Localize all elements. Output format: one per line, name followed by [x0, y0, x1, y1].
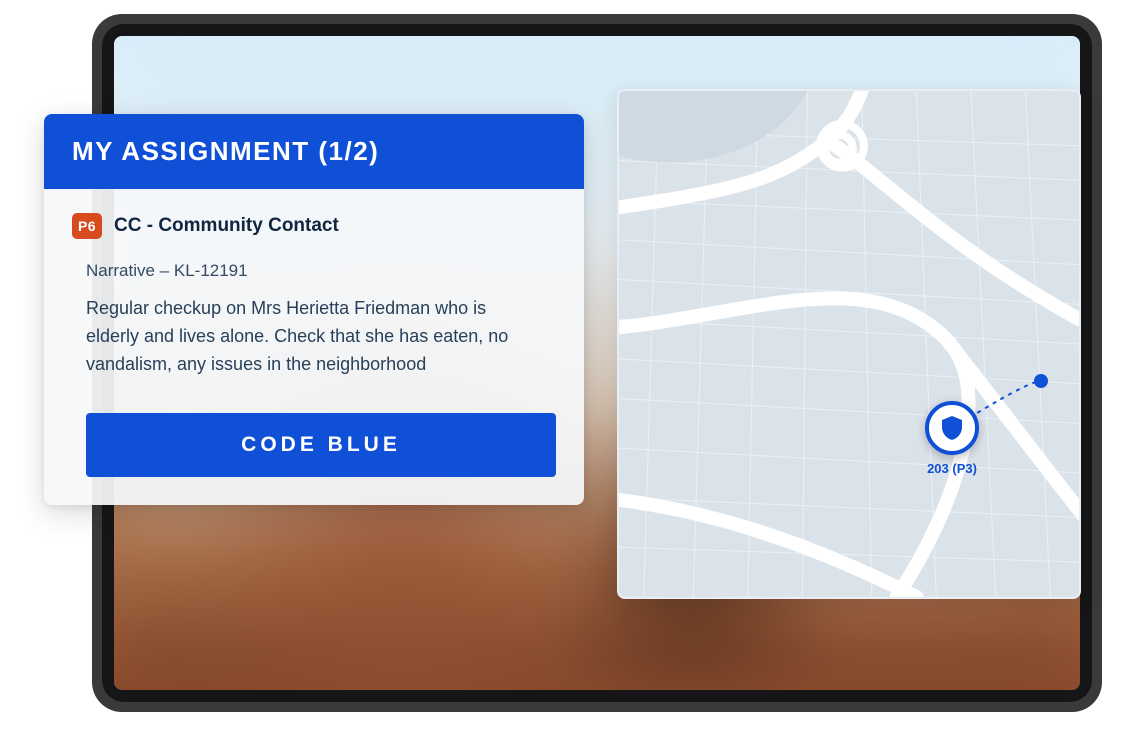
narrative-id-label: Narrative – KL-12191 [86, 261, 556, 281]
unit-marker-circle [925, 401, 979, 455]
shield-icon [940, 415, 964, 441]
priority-badge: P6 [72, 213, 102, 239]
map-unit-marker[interactable]: 203 (P3) [925, 401, 979, 476]
code-blue-button[interactable]: CODE BLUE [86, 413, 556, 477]
assignment-card: MY ASSIGNMENT (1/2) P6 CC - Community Co… [44, 114, 584, 505]
map-panel[interactable]: 203 (P3) [617, 89, 1081, 599]
incident-type-label: CC - Community Contact [114, 215, 339, 237]
unit-marker-label: 203 (P3) [925, 461, 979, 476]
map-destination-dot [1034, 374, 1048, 388]
narrative-text: Regular checkup on Mrs Herietta Friedman… [86, 295, 526, 379]
map-canvas [619, 91, 1079, 597]
assignment-body: P6 CC - Community Contact Narrative – KL… [44, 189, 584, 505]
assignment-header: MY ASSIGNMENT (1/2) [44, 114, 584, 189]
incident-row: P6 CC - Community Contact [72, 213, 556, 239]
